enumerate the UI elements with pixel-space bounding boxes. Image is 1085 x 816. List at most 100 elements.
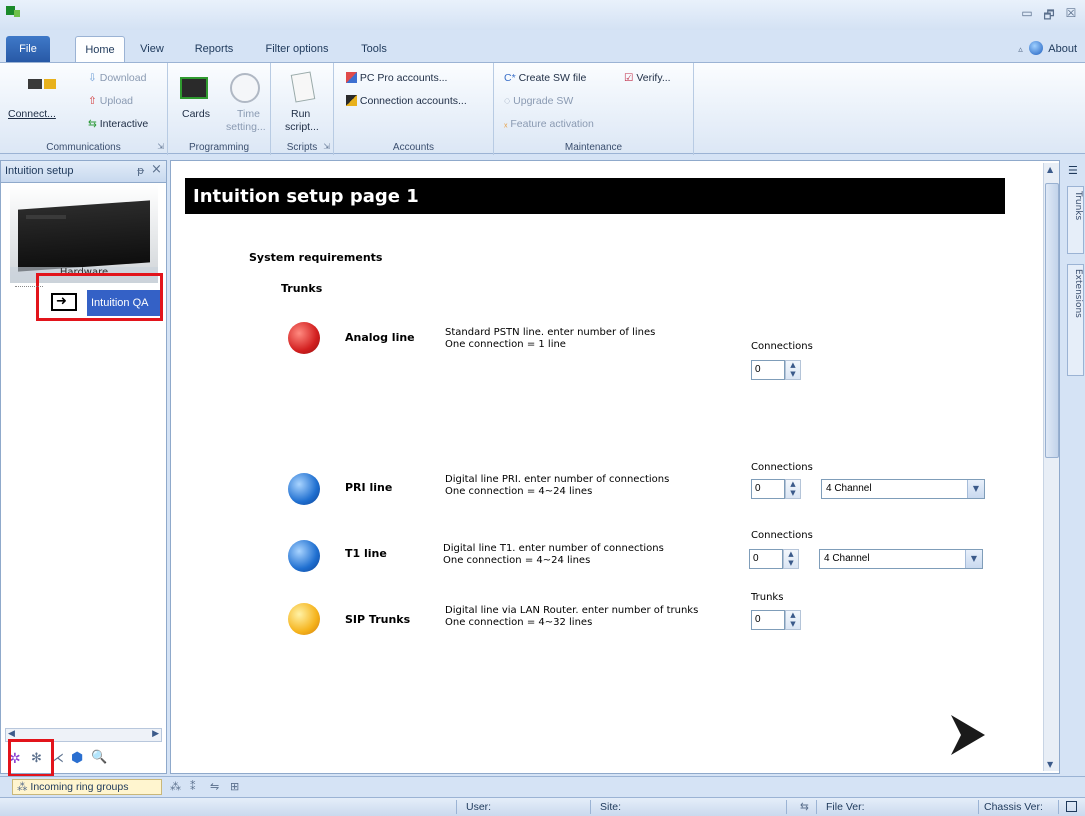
interactive-button[interactable]: ⇆ Interactive [88, 117, 148, 131]
call-routing-icon[interactable]: ⇋ [210, 780, 219, 793]
spin-down-icon[interactable]: ▼ [786, 489, 800, 498]
vertical-scrollbar[interactable]: ▲ ▼ [1043, 163, 1059, 771]
tab-reports[interactable]: Reports [186, 36, 242, 62]
dialog-launcher-icon[interactable]: ⇲ [323, 142, 330, 151]
t1-channel-dropdown[interactable]: 4 Channel ▼ [819, 549, 983, 569]
highlight-box [36, 273, 163, 321]
trunks-side-tab[interactable]: Trunks [1067, 186, 1084, 254]
dialog-launcher-icon[interactable]: ⇲ [157, 142, 164, 151]
incoming-ring-groups-tab[interactable]: ⁂ Incoming ring groups [12, 779, 162, 795]
search-icon[interactable]: 🔍 [91, 750, 107, 765]
pri-channel-dropdown[interactable]: 4 Channel ▼ [821, 479, 985, 499]
cube-icon[interactable]: ⬢ [71, 750, 83, 766]
t1-connections-spinner[interactable]: 0 ▲ ▼ [749, 549, 805, 569]
spin-down-icon[interactable]: ▼ [784, 559, 798, 568]
sip-trunks-spinner[interactable]: 0 ▲ ▼ [751, 610, 807, 630]
group-accounts: PC Pro accounts... Connection accounts..… [334, 63, 494, 155]
tab-tools[interactable]: Tools [352, 36, 396, 62]
connection-accounts-button[interactable]: Connection accounts... [346, 94, 467, 108]
t1-line-name: T1 line [345, 547, 387, 560]
spin-up-icon[interactable]: ▲ [786, 361, 800, 370]
tab-view[interactable]: View [132, 36, 172, 62]
run-script-line2[interactable]: script... [285, 120, 319, 134]
download-label: Download [99, 72, 147, 84]
spin-down-icon[interactable]: ▼ [786, 620, 800, 629]
extensions-side-tab[interactable]: Extensions [1067, 264, 1084, 376]
close-button[interactable]: ☒ [1062, 6, 1080, 22]
restore-button[interactable]: 🗗 [1040, 6, 1058, 22]
spin-down-icon[interactable]: ▼ [786, 370, 800, 379]
extensions-side-tab-label: Extensions [1073, 269, 1083, 318]
dial-plan-icon[interactable]: ⊞ [230, 780, 239, 793]
spinner-arrows[interactable]: ▲ ▼ [785, 479, 801, 499]
upgrade-sw-button[interactable]: ◌ Upgrade SW [504, 94, 573, 108]
scroll-down-icon[interactable]: ▼ [1047, 760, 1053, 769]
pc-pro-accounts-button[interactable]: PC Pro accounts... [346, 71, 447, 85]
verify-button[interactable]: ☑ Verify... [624, 71, 671, 85]
pri-connections-value[interactable]: 0 [751, 479, 785, 499]
tab-file[interactable]: File [6, 36, 50, 62]
pri-connections-spinner[interactable]: 0 ▲ ▼ [751, 479, 807, 499]
spin-up-icon[interactable]: ▲ [784, 550, 798, 559]
pickup-group-icon[interactable]: ⁑ [190, 780, 196, 793]
scroll-thumb[interactable] [1045, 183, 1059, 458]
feature-activation-button[interactable]: ₓ Feature activation [504, 117, 594, 131]
app-logo-icon [6, 6, 20, 20]
chevron-down-icon[interactable]: ▼ [965, 550, 982, 568]
panel-close-icon[interactable]: × [151, 162, 162, 177]
about-icon [1028, 41, 1043, 55]
tab-filter-options[interactable]: Filter options [256, 36, 338, 62]
title-bar: ▭ 🗗 ☒ [0, 0, 1085, 30]
chevron-down-icon[interactable]: ▼ [967, 480, 984, 498]
sip-trunks-value[interactable]: 0 [751, 610, 785, 630]
analog-connections-spinner[interactable]: 0 ▲ ▼ [751, 360, 807, 380]
spinner-arrows[interactable]: ▲ ▼ [785, 610, 801, 630]
spin-up-icon[interactable]: ▲ [786, 611, 800, 620]
spinner-arrows[interactable]: ▲ ▼ [783, 549, 799, 569]
t1-connections-label: Connections [751, 530, 813, 541]
sip-trunks-desc1: Digital line via LAN Router. enter numbe… [445, 605, 699, 616]
hunt-group-icon[interactable]: ⁂ [170, 780, 181, 793]
minimize-button[interactable]: ▭ [1018, 6, 1036, 22]
status-chassis-ver: Chassis Ver: [984, 801, 1043, 813]
status-divider [590, 800, 591, 814]
verify-label: Verify... [636, 72, 671, 84]
next-page-icon[interactable] [947, 713, 987, 757]
create-sw-file-button[interactable]: C* Create SW file [504, 71, 586, 85]
sip-trunks-desc2: One connection = 4~32 lines [445, 617, 593, 628]
upload-button[interactable]: ⇧ Upload [88, 94, 133, 108]
t1-channel-value: 4 Channel [824, 553, 870, 564]
pc-pro-accounts-label: PC Pro accounts... [359, 72, 448, 84]
time-setting-line2[interactable]: setting... [226, 120, 266, 134]
spinner-arrows[interactable]: ▲ ▼ [785, 360, 801, 380]
app-window: ▭ 🗗 ☒ File Home View Reports Filter opti… [0, 0, 1085, 816]
about-button[interactable]: ▵ About [1018, 40, 1077, 58]
create-icon: C* [504, 72, 516, 84]
t1-connections-value[interactable]: 0 [749, 549, 783, 569]
connect-icon [28, 79, 42, 89]
group-scripts: Run script... Scripts ⇲ [271, 63, 334, 155]
time-setting-line1[interactable]: Time [237, 107, 260, 121]
cards-button[interactable]: Cards [182, 107, 210, 121]
resize-grip-icon[interactable] [1066, 801, 1077, 812]
scroll-left-icon[interactable]: ◀ [8, 729, 15, 739]
scroll-right-icon[interactable]: ▶ [152, 729, 159, 739]
collapse-ribbon-icon[interactable]: ▵ [1018, 44, 1023, 54]
download-button[interactable]: ⇩ Download [88, 71, 146, 85]
verify-icon: ☑ [624, 72, 634, 84]
accounts-icon [346, 72, 357, 83]
analog-connections-value[interactable]: 0 [751, 360, 785, 380]
pin-icon[interactable]: ᵽ [137, 164, 144, 177]
status-site: Site: [600, 801, 622, 813]
analog-line-name: Analog line [345, 331, 415, 344]
scroll-up-icon[interactable]: ▲ [1047, 165, 1053, 174]
spin-up-icon[interactable]: ▲ [786, 480, 800, 489]
analog-line-icon [288, 322, 320, 354]
menu-icon[interactable]: ☰ [1068, 164, 1078, 177]
run-script-line1[interactable]: Run [291, 107, 310, 121]
tab-home[interactable]: Home [75, 36, 125, 62]
group-caption-programming: Programming [188, 142, 250, 153]
setup-page: Intuition setup page 1 System requiremen… [170, 160, 1060, 774]
feature-icon: ₓ [504, 118, 508, 130]
connect-button[interactable]: Connect... [8, 107, 56, 121]
